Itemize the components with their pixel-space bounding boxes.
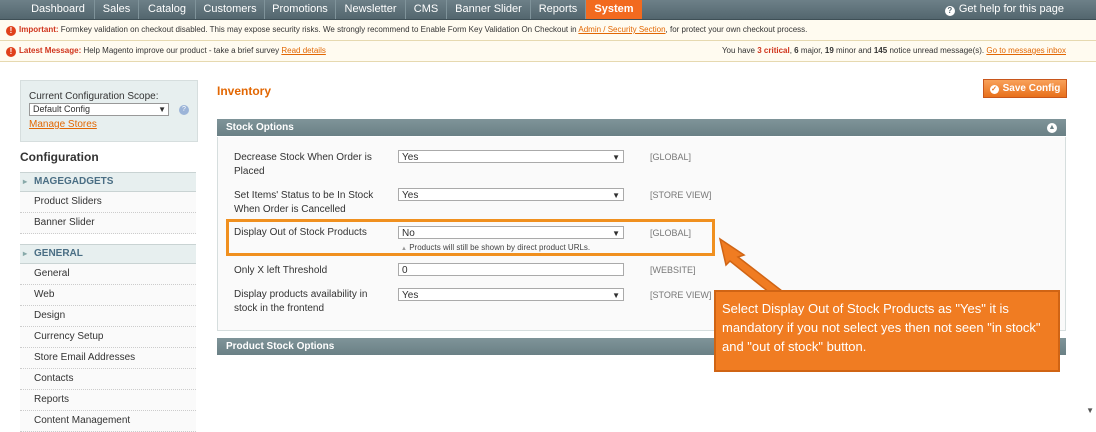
messages-inbox-link[interactable]: Go to messages inbox <box>986 46 1066 55</box>
nav-system[interactable]: System <box>586 0 642 19</box>
warning-icon: ! <box>6 26 16 36</box>
read-details-link[interactable]: Read details <box>281 46 325 55</box>
set-items-status-label: Set Items' Status to be In Stock When Or… <box>234 190 374 215</box>
group-magegadgets[interactable]: MAGEGADGETS <box>20 172 196 192</box>
security-section-link[interactable]: Admin / Security Section <box>578 25 665 34</box>
decrease-stock-scope: [GLOBAL] <box>650 152 692 162</box>
threshold-scope: [WEBSITE] <box>650 265 696 275</box>
callout-box: Select Display Out of Stock Products as … <box>714 290 1060 372</box>
latest-text: Help Magento improve our product - take … <box>83 46 280 55</box>
decrease-stock-value: Yes <box>402 152 419 163</box>
major-count: 6 <box>794 46 799 55</box>
threshold-label: Only X left Threshold <box>234 265 328 276</box>
page-title: Inventory <box>217 84 272 98</box>
availability-value: Yes <box>402 290 419 301</box>
manage-stores-link[interactable]: Manage Stores <box>29 119 97 130</box>
availability-select[interactable]: Yes ▼ <box>398 288 624 301</box>
minor-count: 19 <box>824 46 834 55</box>
save-config-label: Save Config <box>1002 83 1061 94</box>
important-tail: , for protect your own checkout process. <box>665 25 808 34</box>
major-label: major, <box>800 46 823 55</box>
notice-count: 145 <box>873 46 888 55</box>
notice-label: notice unread message(s). <box>889 46 985 55</box>
chevron-down-icon: ▼ <box>612 153 620 162</box>
sidebar-item-reports[interactable]: Reports <box>20 390 196 411</box>
arrow-shape <box>718 237 784 294</box>
latest-message: ! Latest Message: Help Magento improve ou… <box>0 41 1096 62</box>
set-items-status-value: Yes <box>402 190 419 201</box>
config-scope-box: Current Configuration Scope: Default Con… <box>20 80 198 142</box>
stock-options-header[interactable]: Stock Options ▲ <box>217 119 1066 136</box>
group-general[interactable]: GENERAL <box>20 244 196 264</box>
top-nav: Dashboard Sales Catalog Customers Promot… <box>0 0 1096 20</box>
important-message: ! Important: Formkey validation on checko… <box>0 20 1096 41</box>
help-icon[interactable]: ? <box>179 105 189 115</box>
save-config-button[interactable]: ✓ Save Config <box>983 79 1067 98</box>
sidebar-item-web[interactable]: Web <box>20 285 196 306</box>
help-link[interactable]: ? Get help for this page <box>944 0 1064 19</box>
decrease-stock-select[interactable]: Yes ▼ <box>398 150 624 163</box>
critical-count: 3 critical <box>757 46 790 55</box>
nav-catalog[interactable]: Catalog <box>139 0 196 19</box>
nav-sales[interactable]: Sales <box>95 0 139 19</box>
scope-label: Current Configuration Scope: <box>29 91 159 102</box>
message-counts: You have 3 critical, 6 major, 19 minor a… <box>721 46 1066 55</box>
latest-label: Latest Message: <box>19 46 82 55</box>
count-prefix: You have <box>721 46 756 55</box>
check-icon: ✓ <box>989 85 999 94</box>
chevron-down-icon: ▼ <box>158 105 166 114</box>
sidebar-item-store-email[interactable]: Store Email Addresses <box>20 348 196 369</box>
important-text: Formkey validation on checkout disabled.… <box>60 25 577 34</box>
sidebar-item-currency-setup[interactable]: Currency Setup <box>20 327 196 348</box>
config-nav: MAGEGADGETS Product Sliders Banner Slide… <box>20 172 196 432</box>
stock-options-title: Stock Options <box>226 122 294 133</box>
important-label: Important: <box>19 25 59 34</box>
help-label: Get help for this page <box>958 3 1064 15</box>
warning-icon: ! <box>6 47 16 57</box>
scope-select[interactable]: Default Config ▼ <box>29 103 169 116</box>
threshold-input[interactable]: 0 <box>398 263 624 276</box>
nav-promotions[interactable]: Promotions <box>265 0 336 19</box>
help-icon: ? <box>944 6 955 16</box>
set-items-status-scope: [STORE VIEW] <box>650 190 712 200</box>
chevron-down-icon: ▼ <box>612 191 620 200</box>
nav-dashboard[interactable]: Dashboard <box>22 0 95 19</box>
product-stock-options-title: Product Stock Options <box>226 341 335 352</box>
nav-cms[interactable]: CMS <box>406 0 447 19</box>
sidebar-item-banner-slider[interactable]: Banner Slider <box>20 213 196 234</box>
nav-newsletter[interactable]: Newsletter <box>336 0 406 19</box>
configuration-title: Configuration <box>20 150 99 164</box>
decrease-stock-label: Decrease Stock When Order is Placed <box>234 152 372 177</box>
scroll-down-icon[interactable]: ▼ <box>1086 406 1094 415</box>
highlight-box <box>226 219 715 256</box>
set-items-status-select[interactable]: Yes ▼ <box>398 188 624 201</box>
nav-reports[interactable]: Reports <box>531 0 586 19</box>
scope-value: Default Config <box>33 104 91 114</box>
nav-customers[interactable]: Customers <box>196 0 265 19</box>
sidebar-item-product-sliders[interactable]: Product Sliders <box>20 192 196 213</box>
sidebar-item-general[interactable]: General <box>20 264 196 285</box>
minor-label: minor and <box>836 46 872 55</box>
collapse-icon[interactable]: ▲ <box>1047 123 1057 133</box>
availability-label: Display products availability in stock i… <box>234 289 368 314</box>
threshold-value: 0 <box>402 265 408 276</box>
nav-banner-slider[interactable]: Banner Slider <box>447 0 531 19</box>
sidebar-item-content-management[interactable]: Content Management <box>20 411 196 432</box>
chevron-down-icon: ▼ <box>612 291 620 300</box>
sidebar-item-contacts[interactable]: Contacts <box>20 369 196 390</box>
sidebar-item-design[interactable]: Design <box>20 306 196 327</box>
